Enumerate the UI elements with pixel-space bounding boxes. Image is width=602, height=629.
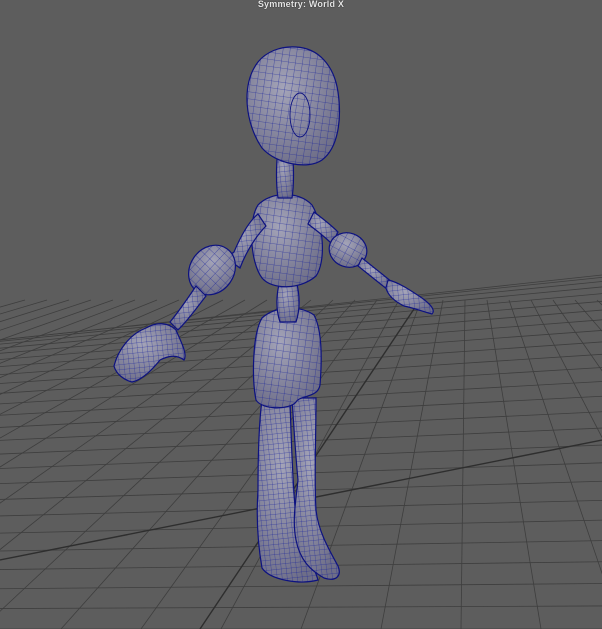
grid-line	[0, 299, 48, 315]
grid-line	[380, 299, 444, 629]
left-forearm[interactable]	[169, 285, 207, 331]
chest[interactable]	[251, 193, 323, 288]
grid-line	[0, 583, 602, 590]
grid-line	[596, 299, 602, 306]
head[interactable]	[246, 46, 341, 166]
grid-line	[0, 605, 602, 609]
character-mesh[interactable]	[113, 46, 434, 583]
pelvis[interactable]	[252, 307, 322, 409]
right-leg[interactable]	[291, 397, 340, 580]
grid-line	[0, 299, 136, 352]
grid-line	[460, 299, 466, 629]
3d-viewport[interactable]: Symmetry: World X	[0, 0, 602, 629]
grid-line	[574, 299, 602, 332]
left-elbow[interactable]	[179, 236, 245, 304]
right-hand[interactable]	[385, 279, 434, 315]
viewport-canvas[interactable]	[0, 0, 602, 629]
